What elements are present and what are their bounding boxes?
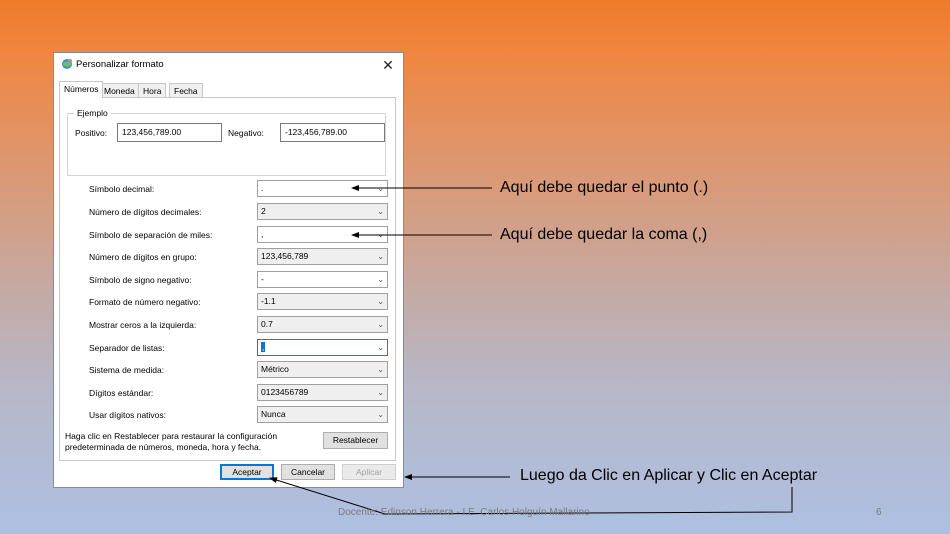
apply-annotation: Luego da Clic en Aplicar y Clic en Acept… xyxy=(520,467,818,484)
thousands-annotation: Aquí debe quedar la coma (,) xyxy=(500,226,708,243)
annotation-arrows xyxy=(269,185,793,515)
tab-numeros[interactable]: Números xyxy=(59,81,104,98)
footer-credit: Docente: Edinson Herrera - I.E. Carlos H… xyxy=(338,507,590,518)
decimal-annotation: Aquí debe quedar el punto (.) xyxy=(500,179,709,196)
page-number: 6 xyxy=(876,507,882,518)
